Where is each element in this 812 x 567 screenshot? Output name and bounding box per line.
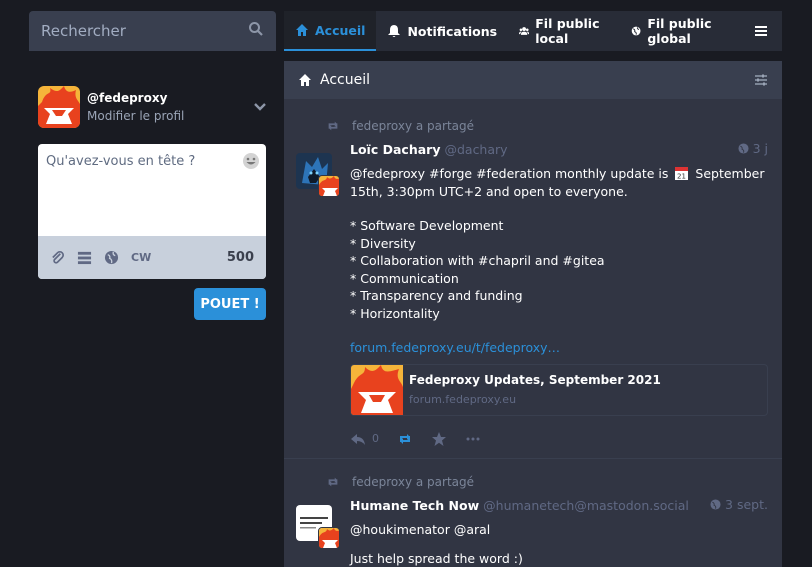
status-content: @houkimenator @aral Just help spread the… [350, 521, 768, 567]
status-display-name[interactable]: Humane Tech Now [350, 498, 479, 513]
search-bar[interactable]: Rechercher [29, 11, 276, 51]
bullet-line: * Software Development [350, 218, 504, 233]
status-handle[interactable]: @humanetech@mastodon.social [483, 498, 689, 513]
bullet-line: * Transparency and funding [350, 288, 523, 303]
tab-notifications-label: Notifications [407, 23, 498, 39]
retoot-icon [328, 477, 338, 486]
status-text-line: @houkimenator @aral [350, 521, 491, 537]
boost-button[interactable] [397, 431, 413, 447]
search-input[interactable]: Rechercher [41, 22, 248, 40]
home-icon [299, 74, 311, 86]
bullet-line: * Horizontality [350, 305, 440, 321]
tab-local-timeline[interactable]: Fil public local [508, 11, 620, 51]
booster-avatar[interactable] [318, 175, 340, 197]
globe-icon [738, 143, 749, 154]
paperclip-icon[interactable] [50, 250, 65, 265]
boost-text: fedeproxy a partagé [352, 474, 475, 489]
card-url: forum.fedeproxy.eu [409, 392, 517, 406]
column-header: Accueil [284, 61, 782, 99]
svg-text:21: 21 [677, 173, 686, 181]
bell-icon [388, 25, 401, 37]
content-warning-button[interactable]: CW [131, 251, 151, 264]
compose-toolbar: CW 500 [38, 236, 266, 279]
status-timestamp: 3 j [752, 141, 768, 156]
booster-avatar[interactable] [318, 526, 340, 549]
status-item[interactable]: fedeproxy a partagé Loïc Dachary @dachar… [284, 111, 782, 459]
edit-profile-link[interactable]: Modifier le profil [87, 109, 252, 123]
profile-summary: @fedeproxy Modifier le profil [38, 77, 268, 137]
globe-icon [710, 498, 721, 510]
boost-indicator: fedeproxy a partagé [296, 111, 782, 141]
globe-icon[interactable] [104, 250, 119, 265]
status-actions: 0 [350, 420, 768, 458]
avatar[interactable] [38, 86, 80, 128]
more-button[interactable] [465, 431, 481, 447]
reply-count: 0 [372, 432, 379, 445]
status-handle[interactable]: @dachary [444, 142, 507, 157]
calendar-emoji: 21 [675, 167, 689, 181]
home-column: Accueil fedeproxy a partagé Loïc Dachary… [284, 61, 782, 567]
compose-form: Qu'avez-vous en tête ? CW 500 [38, 144, 266, 279]
status-text-part1: @fedeproxy #forge #federation monthly up… [350, 166, 669, 181]
bullet-line: * Collaboration with #chapril and #gitea [350, 253, 605, 268]
users-icon [519, 27, 530, 35]
poll-icon[interactable] [77, 250, 92, 265]
home-icon [296, 24, 308, 36]
status-text-line: Just help spread the word :) [350, 551, 523, 566]
left-column: Rechercher @fedeproxy Modifier le profil… [29, 11, 276, 320]
status-item[interactable]: fedeproxy a partagé Humane Tech Now @hum… [284, 467, 782, 567]
compose-placeholder: Qu'avez-vous en tête ? [46, 154, 196, 169]
publish-button[interactable]: POUET ! [194, 288, 266, 320]
status-link[interactable]: forum.fedeproxy.eu/t/fedeproxy… [350, 340, 560, 355]
hamburger-icon [755, 26, 767, 36]
compose-textarea[interactable]: Qu'avez-vous en tête ? [38, 144, 266, 236]
status-timestamp: 3 sept. [725, 496, 768, 512]
reply-icon [351, 433, 365, 445]
tab-bar: Accueil Notifications Fil public local F… [284, 11, 782, 51]
status-time[interactable]: 3 j [738, 141, 768, 156]
bullet-line: * Communication [350, 270, 459, 286]
star-icon [432, 431, 446, 446]
card-title: Fedeproxy Updates, September 2021 [409, 372, 661, 387]
tab-home[interactable]: Accueil [284, 11, 377, 51]
profile-handle[interactable]: @fedeproxy [87, 91, 252, 105]
character-counter: 500 [226, 250, 254, 265]
boost-text: fedeproxy a partagé [352, 119, 475, 133]
link-preview-card[interactable]: Fedeproxy Updates, September 2021 forum.… [350, 363, 768, 416]
boost-icon [400, 433, 410, 444]
status-display-name[interactable]: Loïc Dachary [350, 142, 440, 157]
search-icon[interactable] [248, 21, 264, 41]
favourite-button[interactable] [431, 431, 447, 447]
status-avatars[interactable] [296, 504, 342, 551]
ellipsis-icon [466, 437, 480, 440]
tab-federated-timeline[interactable]: Fil public global [620, 11, 740, 51]
menu-button[interactable] [740, 11, 782, 51]
tab-home-label: Accueil [315, 22, 366, 38]
column-title: Accueil [320, 72, 370, 88]
tab-notifications[interactable]: Notifications [376, 11, 508, 51]
status-avatars[interactable] [296, 153, 342, 199]
bullet-line: * Diversity [350, 235, 416, 251]
globe-icon [631, 26, 641, 36]
emoji-picker-icon[interactable] [242, 152, 260, 170]
reply-button[interactable]: 0 [350, 431, 379, 447]
tab-local-timeline-label: Fil public local [535, 16, 600, 46]
status-time[interactable]: 3 sept. [710, 497, 768, 512]
column-settings-icon[interactable] [754, 73, 768, 87]
chevron-down-icon[interactable] [252, 99, 268, 115]
retoot-icon [328, 121, 338, 131]
card-thumbnail [351, 364, 403, 415]
status-content: @fedeproxy #forge #federation monthly up… [350, 165, 768, 357]
tab-federated-timeline-label: Fil public global [647, 16, 712, 46]
boost-indicator: fedeproxy a partagé [296, 467, 782, 497]
